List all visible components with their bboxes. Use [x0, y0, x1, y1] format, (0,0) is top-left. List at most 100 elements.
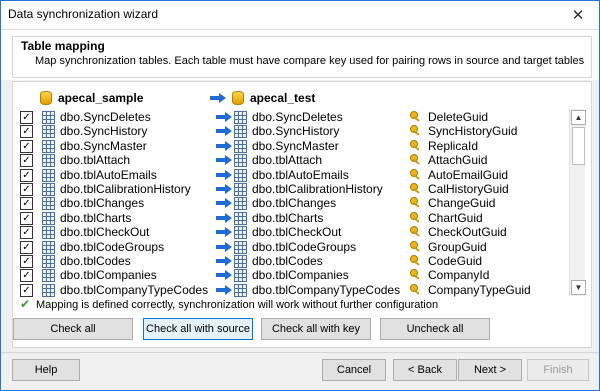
table-icon[interactable]: [234, 111, 247, 124]
vertical-scrollbar[interactable]: ▲ ▼: [569, 109, 586, 296]
check-all-with-source-button[interactable]: Check all with source: [143, 318, 253, 340]
row-checkbox[interactable]: ✓: [20, 226, 33, 240]
next-button[interactable]: Next >: [458, 359, 522, 381]
target-table-name[interactable]: dbo.SyncMaster: [252, 139, 339, 153]
compare-key-name[interactable]: AutoEmailGuid: [428, 168, 508, 182]
compare-key-name[interactable]: ChangeGuid: [428, 196, 495, 210]
row-checkbox[interactable]: ✓: [20, 183, 33, 196]
compare-key-name[interactable]: CompanyId: [428, 268, 489, 282]
row-checkbox[interactable]: ✓: [20, 154, 33, 168]
compare-key-name[interactable]: GroupGuid: [428, 240, 487, 254]
target-table-name[interactable]: dbo.tblCodeGroups: [252, 240, 356, 254]
compare-key-name[interactable]: ReplicaId: [428, 139, 478, 153]
table-row[interactable]: ✓ dbo.SyncHistory dbo.SyncHistory SyncHisto…: [13, 124, 568, 139]
compare-key-name[interactable]: ChartGuid: [428, 211, 483, 225]
compare-key-name[interactable]: CompanyTypeGuid: [428, 283, 531, 297]
table-row[interactable]: ✓ dbo.tblCharts dbo.tblCharts ChartGuid: [13, 211, 568, 225]
compare-key-name[interactable]: DeleteGuid: [428, 110, 488, 124]
table-icon[interactable]: [234, 283, 247, 297]
target-table-name[interactable]: dbo.SyncDeletes: [252, 110, 343, 124]
target-table-name[interactable]: dbo.tblAttach: [252, 153, 322, 167]
table-row[interactable]: ✓ dbo.tblAttach dbo.tblAttach AttachGuid: [13, 153, 568, 168]
table-row[interactable]: ✓ dbo.tblCompanies dbo.tblCompanies Company…: [13, 268, 568, 283]
table-icon[interactable]: [234, 168, 247, 182]
table-row[interactable]: ✓ dbo.tblChanges dbo.tblChanges ChangeGuid: [13, 196, 568, 211]
row-checkbox[interactable]: ✓: [20, 197, 33, 211]
table-icon: [42, 240, 55, 254]
compare-key-name[interactable]: SyncHistoryGuid: [428, 124, 517, 138]
cancel-button[interactable]: Cancel: [322, 359, 386, 381]
target-table-name[interactable]: dbo.tblCheckOut: [252, 225, 341, 239]
table-icon[interactable]: [234, 139, 247, 153]
uncheck-all-button[interactable]: Uncheck all: [380, 318, 490, 340]
title-bar: Data synchronization wizard ✕: [1, 1, 599, 29]
scroll-up-icon[interactable]: ▲: [571, 110, 586, 125]
table-icon[interactable]: [234, 125, 247, 139]
arrow-right-icon: [216, 256, 232, 266]
close-icon[interactable]: ✕: [563, 3, 593, 27]
window-title: Data synchronization wizard: [8, 7, 159, 21]
table-icon: [42, 197, 55, 211]
target-table-name[interactable]: dbo.tblCompanyTypeCodes: [252, 283, 400, 297]
table-row[interactable]: ✓ dbo.tblCodeGroups dbo.tblCodeGroups Group…: [13, 240, 568, 254]
row-checkbox[interactable]: ✓: [20, 125, 33, 139]
row-checkbox[interactable]: ✓: [20, 211, 33, 225]
row-checkbox[interactable]: ✓: [20, 139, 33, 153]
table-row[interactable]: ✓ dbo.SyncDeletes dbo.SyncDeletes DeleteGui…: [13, 110, 568, 124]
row-checkbox[interactable]: ✓: [20, 240, 33, 254]
arrow-right-icon: [216, 112, 232, 122]
help-button[interactable]: Help: [12, 359, 80, 381]
table-icon[interactable]: [234, 183, 247, 196]
compare-key-name[interactable]: CalHistoryGuid: [428, 182, 509, 196]
table-icon[interactable]: [234, 211, 247, 225]
target-table-name[interactable]: dbo.tblChanges: [252, 196, 336, 210]
back-button[interactable]: < Back: [393, 359, 457, 381]
compare-key-name[interactable]: CheckOutGuid: [428, 225, 507, 239]
arrow-right-icon: [216, 227, 232, 238]
check-all-with-key-button[interactable]: Check all with key: [261, 318, 371, 340]
target-table-name[interactable]: dbo.tblCompanies: [252, 268, 349, 282]
target-table-name[interactable]: dbo.tblAutoEmails: [252, 168, 349, 182]
table-row[interactable]: ✓ dbo.tblCompanyTypeCodes dbo.tblCompanyTy…: [13, 283, 568, 297]
finish-button[interactable]: Finish: [527, 359, 589, 381]
source-table-name: dbo.tblCalibrationHistory: [60, 182, 191, 196]
table-icon[interactable]: [234, 269, 247, 283]
compare-key-name[interactable]: CodeGuid: [428, 254, 482, 268]
arrow-right-icon: [216, 155, 232, 166]
table-row[interactable]: ✓ dbo.tblCalibrationHistory dbo.tblCalibra…: [13, 182, 568, 196]
status-text: Mapping is defined correctly, synchroniz…: [36, 299, 439, 311]
target-table-name[interactable]: dbo.SyncHistory: [252, 124, 339, 138]
scroll-down-icon[interactable]: ▼: [571, 280, 586, 295]
table-icon: [42, 111, 55, 124]
database-icon: [40, 91, 52, 105]
table-icon[interactable]: [234, 226, 247, 240]
target-table-name[interactable]: dbo.tblCharts: [252, 211, 323, 225]
table-row[interactable]: ✓ dbo.SyncMaster dbo.SyncMaster ReplicaId: [13, 139, 568, 153]
table-row[interactable]: ✓ dbo.tblCodes dbo.tblCodes CodeGuid: [13, 254, 568, 268]
table-icon[interactable]: [234, 154, 247, 168]
mapping-list[interactable]: ✓ dbo.SyncDeletes dbo.SyncDeletes DeleteGui…: [13, 110, 568, 297]
table-icon: [42, 226, 55, 240]
page-title: Table mapping: [21, 39, 105, 53]
compare-key-name[interactable]: AttachGuid: [428, 153, 487, 167]
table-row[interactable]: ✓ dbo.tblCheckOut dbo.tblCheckOut CheckOutG…: [13, 225, 568, 240]
row-checkbox[interactable]: ✓: [20, 111, 33, 124]
key-icon: [410, 255, 422, 266]
footer-divider: [1, 352, 599, 353]
row-checkbox[interactable]: ✓: [20, 283, 33, 297]
source-table-name: dbo.SyncMaster: [60, 138, 147, 153]
table-row[interactable]: ✓ dbo.tblAutoEmails dbo.tblAutoEmails AutoE…: [13, 168, 568, 182]
target-table-name[interactable]: dbo.tblCalibrationHistory: [252, 182, 383, 196]
table-icon[interactable]: [234, 255, 247, 268]
row-checkbox[interactable]: ✓: [20, 269, 33, 283]
row-checkbox[interactable]: ✓: [20, 168, 33, 182]
row-checkbox[interactable]: ✓: [20, 255, 33, 268]
scroll-thumb[interactable]: [572, 127, 585, 165]
wizard-header: Table mapping Map synchronization tables…: [1, 29, 599, 80]
check-all-button[interactable]: Check all: [13, 318, 133, 340]
arrow-right-icon: [216, 284, 232, 295]
table-icon: [42, 154, 55, 168]
table-icon[interactable]: [234, 197, 247, 211]
table-icon[interactable]: [234, 240, 247, 254]
target-table-name[interactable]: dbo.tblCodes: [252, 254, 323, 268]
